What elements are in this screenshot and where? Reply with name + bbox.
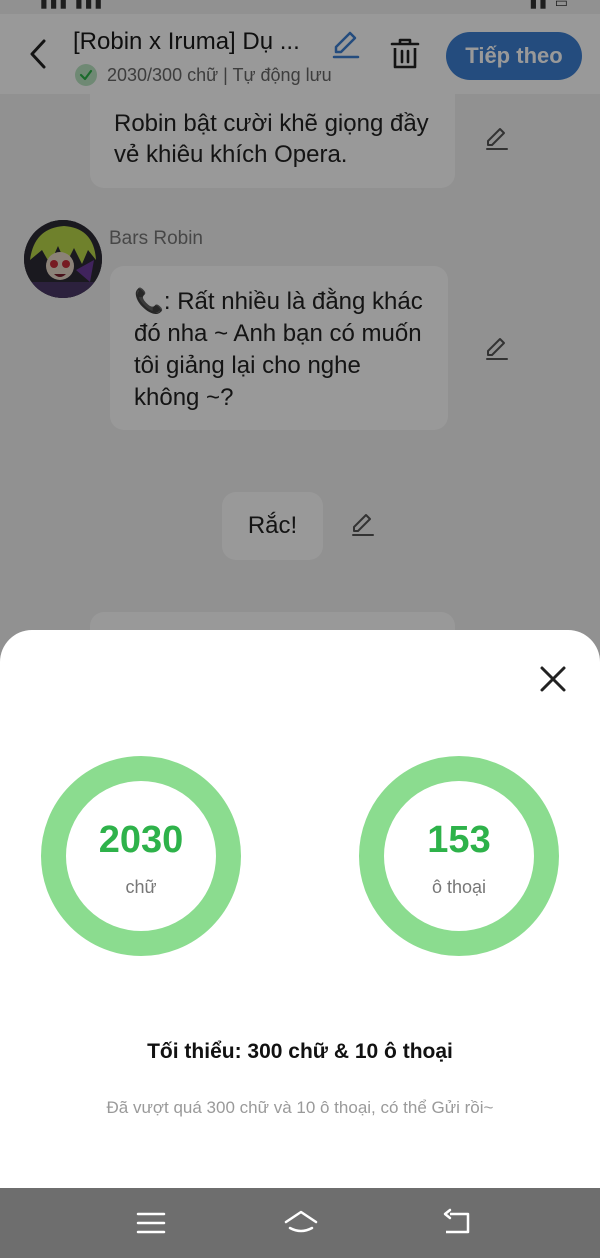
back-icon (443, 1208, 470, 1234)
home-button[interactable] (283, 1208, 318, 1238)
close-button[interactable] (536, 662, 570, 696)
minimum-requirement: Tối thiểu: 300 chữ & 10 ô thoại (147, 1040, 453, 1063)
word-count-ring: 2030 chữ (41, 756, 241, 956)
dialog-count-value: 153 (427, 819, 491, 861)
word-count-sheet: 2030 chữ 153 ô thoại Tối thiểu: 300 chữ … (0, 630, 600, 1258)
close-icon (540, 666, 566, 692)
home-icon (284, 1210, 318, 1233)
word-count-label: chữ (125, 877, 157, 897)
word-count-value: 2030 (98, 819, 184, 861)
dialog-count-ring: 153 ô thoại (359, 756, 559, 956)
menu-button[interactable] (134, 1208, 168, 1238)
back-nav-button[interactable] (440, 1208, 474, 1238)
requirement-hint: Đã vượt quá 300 chữ và 10 ô thoại, có th… (106, 1098, 494, 1117)
menu-icon (136, 1212, 166, 1234)
system-nav-bar (0, 1188, 600, 1258)
dialog-count-label: ô thoại (431, 877, 487, 897)
